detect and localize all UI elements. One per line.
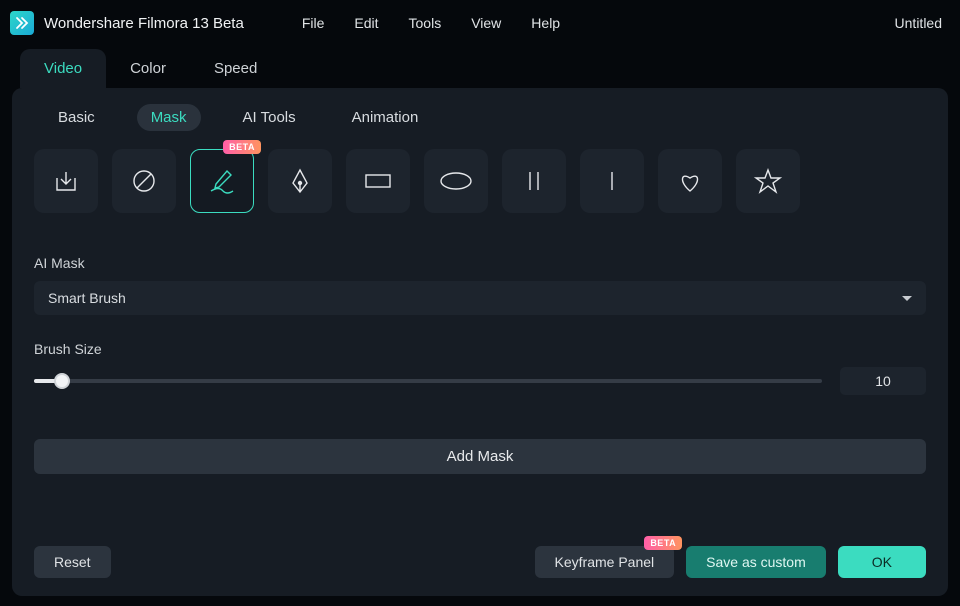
brush-size-value[interactable]: 10 [840,367,926,395]
mask-heart-button[interactable] [658,149,722,213]
menu-help[interactable]: Help [531,15,560,31]
ai-mask-label: AI Mask [34,255,926,271]
subtab-animation[interactable]: Animation [338,104,433,131]
mask-star-button[interactable] [736,149,800,213]
none-icon [129,166,159,196]
mask-rectangle-button[interactable] [346,149,410,213]
brush-size-row: 10 [34,367,926,395]
mask-none-button[interactable] [112,149,176,213]
ellipse-icon [437,166,475,196]
tab-video[interactable]: Video [20,49,106,88]
top-tabs: Video Color Speed [0,46,960,88]
mask-ellipse-button[interactable] [424,149,488,213]
subtab-ai-tools[interactable]: AI Tools [229,104,310,131]
menu-items: File Edit Tools View Help [302,15,560,31]
slider-thumb[interactable] [54,373,70,389]
double-line-icon [519,166,549,196]
rectangle-icon [361,166,395,196]
mask-shape-row: BETA [34,149,926,213]
app-title: Wondershare Filmora 13 Beta [44,15,244,32]
beta-badge: BETA [644,536,682,550]
brush-size-slider[interactable] [34,379,822,383]
keyframe-panel-label: Keyframe Panel [555,554,655,570]
mask-pen-button[interactable] [268,149,332,213]
brush-icon [205,164,239,198]
star-icon [752,166,784,196]
add-mask-button[interactable]: Add Mask [34,439,926,474]
single-line-icon [597,166,627,196]
chevron-down-icon [902,296,912,301]
tab-speed[interactable]: Speed [190,49,281,88]
menu-file[interactable]: File [302,15,325,31]
mask-double-line-button[interactable] [502,149,566,213]
brush-size-label: Brush Size [34,341,926,357]
menu-edit[interactable]: Edit [354,15,378,31]
import-icon [51,166,81,196]
ai-mask-select[interactable]: Smart Brush [34,281,926,315]
keyframe-panel-button[interactable]: BETA Keyframe Panel [535,546,675,578]
reset-button[interactable]: Reset [34,546,111,578]
menu-tools[interactable]: Tools [409,15,442,31]
video-panel: Basic Mask AI Tools Animation BETA [12,88,948,596]
mask-brush-button[interactable]: BETA [190,149,254,213]
mask-single-line-button[interactable] [580,149,644,213]
subtab-mask[interactable]: Mask [137,104,201,131]
tab-color[interactable]: Color [106,49,190,88]
pen-icon [285,166,315,196]
document-title: Untitled [895,15,942,31]
sub-tabs: Basic Mask AI Tools Animation [34,104,926,131]
menubar: Wondershare Filmora 13 Beta File Edit To… [0,0,960,46]
app-logo-icon [10,11,34,35]
menu-view[interactable]: View [471,15,501,31]
save-as-custom-button[interactable]: Save as custom [686,546,826,578]
subtab-basic[interactable]: Basic [44,104,109,131]
heart-icon [674,166,706,196]
bottom-row: Reset BETA Keyframe Panel Save as custom… [34,546,926,578]
ai-mask-value: Smart Brush [48,290,126,306]
mask-import-button[interactable] [34,149,98,213]
ok-button[interactable]: OK [838,546,926,578]
beta-badge: BETA [223,140,261,154]
